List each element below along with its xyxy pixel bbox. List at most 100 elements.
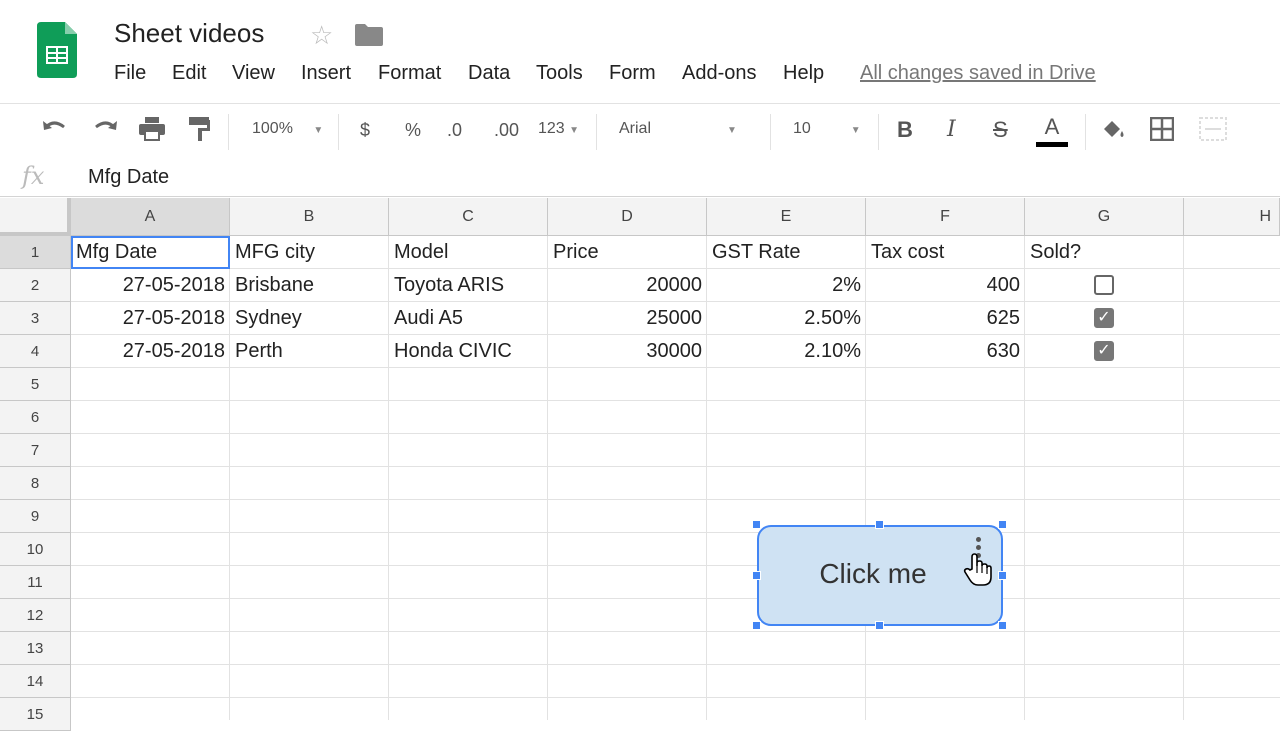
menu-add-ons[interactable]: Add-ons — [682, 62, 757, 85]
decrease-decimal-button[interactable]: .0 — [447, 120, 462, 141]
strikethrough-button[interactable]: S — [993, 117, 1008, 143]
cell-b4[interactable]: Perth — [231, 335, 388, 368]
menu-tools[interactable]: Tools — [536, 62, 583, 85]
cell-a4[interactable]: 27-05-2018 — [72, 335, 229, 368]
menu-data[interactable]: Data — [468, 62, 510, 85]
sold-checkbox-row-2[interactable] — [1094, 275, 1114, 295]
cell-a3[interactable]: 27-05-2018 — [72, 302, 229, 335]
cell-f3[interactable]: 625 — [867, 302, 1024, 335]
row-header-2[interactable]: 2 — [0, 269, 71, 302]
document-title[interactable]: Sheet videos — [114, 18, 264, 49]
fx-icon: fx — [22, 162, 45, 190]
cell-e2[interactable]: 2% — [708, 269, 865, 302]
column-header-c[interactable]: C — [389, 198, 548, 236]
row-header-11[interactable]: 11 — [0, 566, 71, 599]
menu-edit[interactable]: Edit — [172, 62, 206, 85]
bold-button[interactable]: B — [897, 117, 913, 143]
undo-icon[interactable] — [42, 117, 68, 144]
row-header-6[interactable]: 6 — [0, 401, 71, 434]
save-status-link[interactable]: All changes saved in Drive — [860, 62, 1096, 85]
zoom-select[interactable]: 100% ▼ — [252, 120, 323, 138]
resize-handle-sw[interactable] — [752, 621, 761, 630]
row-header-15[interactable]: 15 — [0, 698, 71, 731]
merge-cells-icon[interactable] — [1199, 117, 1227, 146]
font-select[interactable]: Arial ▼ — [619, 120, 737, 138]
cell-d3[interactable]: 25000 — [549, 302, 706, 335]
folder-icon[interactable] — [355, 24, 383, 51]
text-color-button[interactable]: A — [1036, 114, 1068, 147]
cell-c4[interactable]: Honda CIVIC — [390, 335, 547, 368]
row-header-13[interactable]: 13 — [0, 632, 71, 665]
cell-f4[interactable]: 630 — [867, 335, 1024, 368]
redo-icon[interactable] — [92, 117, 118, 144]
drawing-label: Click me — [819, 558, 927, 589]
resize-handle-nw[interactable] — [752, 520, 761, 529]
column-header-h[interactable]: H — [1184, 198, 1280, 236]
menu-file[interactable]: File — [114, 62, 146, 85]
cell-d1[interactable]: Price — [549, 236, 706, 269]
row-header-9[interactable]: 9 — [0, 500, 71, 533]
column-header-b[interactable]: B — [230, 198, 389, 236]
menu-view[interactable]: View — [232, 62, 275, 85]
row-header-7[interactable]: 7 — [0, 434, 71, 467]
resize-handle-w[interactable] — [752, 571, 761, 580]
row-header-14[interactable]: 14 — [0, 665, 71, 698]
cell-a2[interactable]: 27-05-2018 — [72, 269, 229, 302]
column-header-a[interactable]: A — [71, 198, 230, 236]
row-header-5[interactable]: 5 — [0, 368, 71, 401]
cell-e1[interactable]: GST Rate — [708, 236, 865, 269]
print-icon[interactable] — [139, 117, 165, 146]
menu-form[interactable]: Form — [609, 62, 656, 85]
star-icon[interactable]: ☆ — [310, 20, 333, 51]
resize-handle-s[interactable] — [875, 621, 884, 630]
column-header-e[interactable]: E — [707, 198, 866, 236]
row-header-12[interactable]: 12 — [0, 599, 71, 632]
italic-button[interactable]: I — [947, 117, 956, 142]
column-header-d[interactable]: D — [548, 198, 707, 236]
column-header-f[interactable]: F — [866, 198, 1025, 236]
menu-format[interactable]: Format — [378, 62, 441, 85]
cell-b1[interactable]: MFG city — [231, 236, 388, 269]
paint-format-icon[interactable] — [189, 117, 211, 146]
formula-bar: fx Mfg Date — [0, 158, 1280, 197]
spreadsheet-grid: A B C D E F G H 1 2 3 4 5 6 7 8 9 10 11 … — [0, 198, 1280, 731]
cell-e3[interactable]: 2.50% — [708, 302, 865, 335]
increase-decimal-button[interactable]: .00 — [494, 120, 519, 141]
percent-format-button[interactable]: % — [405, 120, 421, 141]
row-header-4[interactable]: 4 — [0, 335, 71, 368]
cell-c3[interactable]: Audi A5 — [390, 302, 547, 335]
font-size-select[interactable]: 10 ▼ — [793, 120, 861, 138]
sold-checkbox-row-4[interactable]: ✓ — [1094, 341, 1114, 361]
row-header-3[interactable]: 3 — [0, 302, 71, 335]
sold-checkbox-row-3[interactable]: ✓ — [1094, 308, 1114, 328]
cell-f2[interactable]: 400 — [867, 269, 1024, 302]
currency-format-button[interactable]: $ — [360, 120, 370, 141]
more-formats-select[interactable]: 123 ▼ — [538, 120, 579, 138]
row-header-10[interactable]: 10 — [0, 533, 71, 566]
row-header-8[interactable]: 8 — [0, 467, 71, 500]
cell-c1[interactable]: Model — [390, 236, 547, 269]
hand-cursor-icon — [963, 553, 993, 595]
cell-g1[interactable]: Sold? — [1026, 236, 1183, 269]
cell-e4[interactable]: 2.10% — [708, 335, 865, 368]
sheets-logo-icon[interactable] — [37, 22, 77, 78]
cell-d4[interactable]: 30000 — [549, 335, 706, 368]
row-header-1[interactable]: 1 — [0, 236, 71, 269]
menu-help[interactable]: Help — [783, 62, 824, 85]
resize-handle-n[interactable] — [875, 520, 884, 529]
cell-b2[interactable]: Brisbane — [231, 269, 388, 302]
select-all-corner[interactable] — [0, 198, 71, 236]
fill-color-icon[interactable] — [1100, 117, 1126, 146]
formula-input[interactable]: Mfg Date — [88, 166, 169, 189]
cell-d2[interactable]: 20000 — [549, 269, 706, 302]
cell-f1[interactable]: Tax cost — [867, 236, 1024, 269]
borders-icon[interactable] — [1149, 116, 1175, 146]
resize-handle-e[interactable] — [998, 571, 1007, 580]
menu-insert[interactable]: Insert — [301, 62, 351, 85]
cell-b3[interactable]: Sydney — [231, 302, 388, 335]
click-me-drawing[interactable]: Click me — [752, 520, 1007, 630]
column-header-g[interactable]: G — [1025, 198, 1184, 236]
resize-handle-se[interactable] — [998, 621, 1007, 630]
resize-handle-ne[interactable] — [998, 520, 1007, 529]
cell-c2[interactable]: Toyota ARIS — [390, 269, 547, 302]
